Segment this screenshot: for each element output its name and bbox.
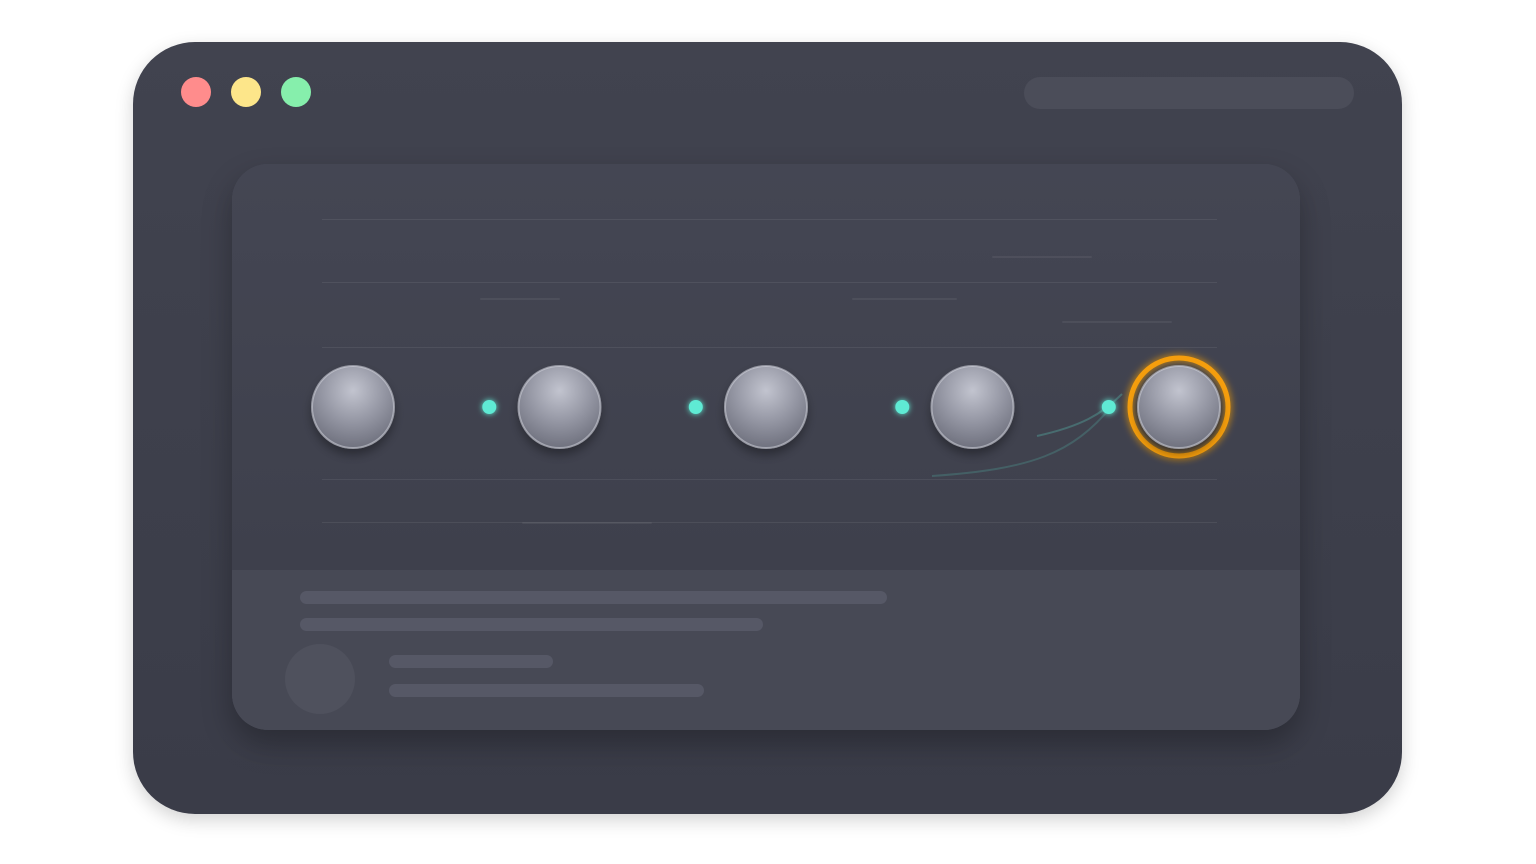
step-node-5[interactable] [1127,355,1231,459]
step-node-circle [1137,365,1221,449]
connector-dot [482,400,497,414]
meta-placeholder [389,684,704,697]
app-window [133,42,1402,814]
step-node-circle [311,365,395,449]
close-window-button[interactable] [181,77,211,107]
step-node-2[interactable] [517,365,602,449]
connector-dot [1101,400,1116,414]
name-placeholder [389,655,553,668]
step-node-4[interactable] [930,365,1015,449]
workflow-track [311,355,1231,477]
text-line-placeholder [300,618,763,631]
step-node-3[interactable] [724,365,808,449]
address-bar[interactable] [1024,77,1354,109]
step-node-circle [930,365,1015,449]
maximize-window-button[interactable] [281,77,311,107]
workflow-canvas [232,164,1300,570]
step-node-1[interactable] [311,365,395,449]
text-line-placeholder [300,591,887,604]
details-panel [232,570,1300,730]
avatar [285,644,355,714]
connector-dot [688,400,703,414]
step-node-circle [724,365,808,449]
minimize-window-button[interactable] [231,77,261,107]
workflow-card [232,164,1300,730]
step-node-circle [517,365,602,449]
connector-dot [895,400,910,414]
